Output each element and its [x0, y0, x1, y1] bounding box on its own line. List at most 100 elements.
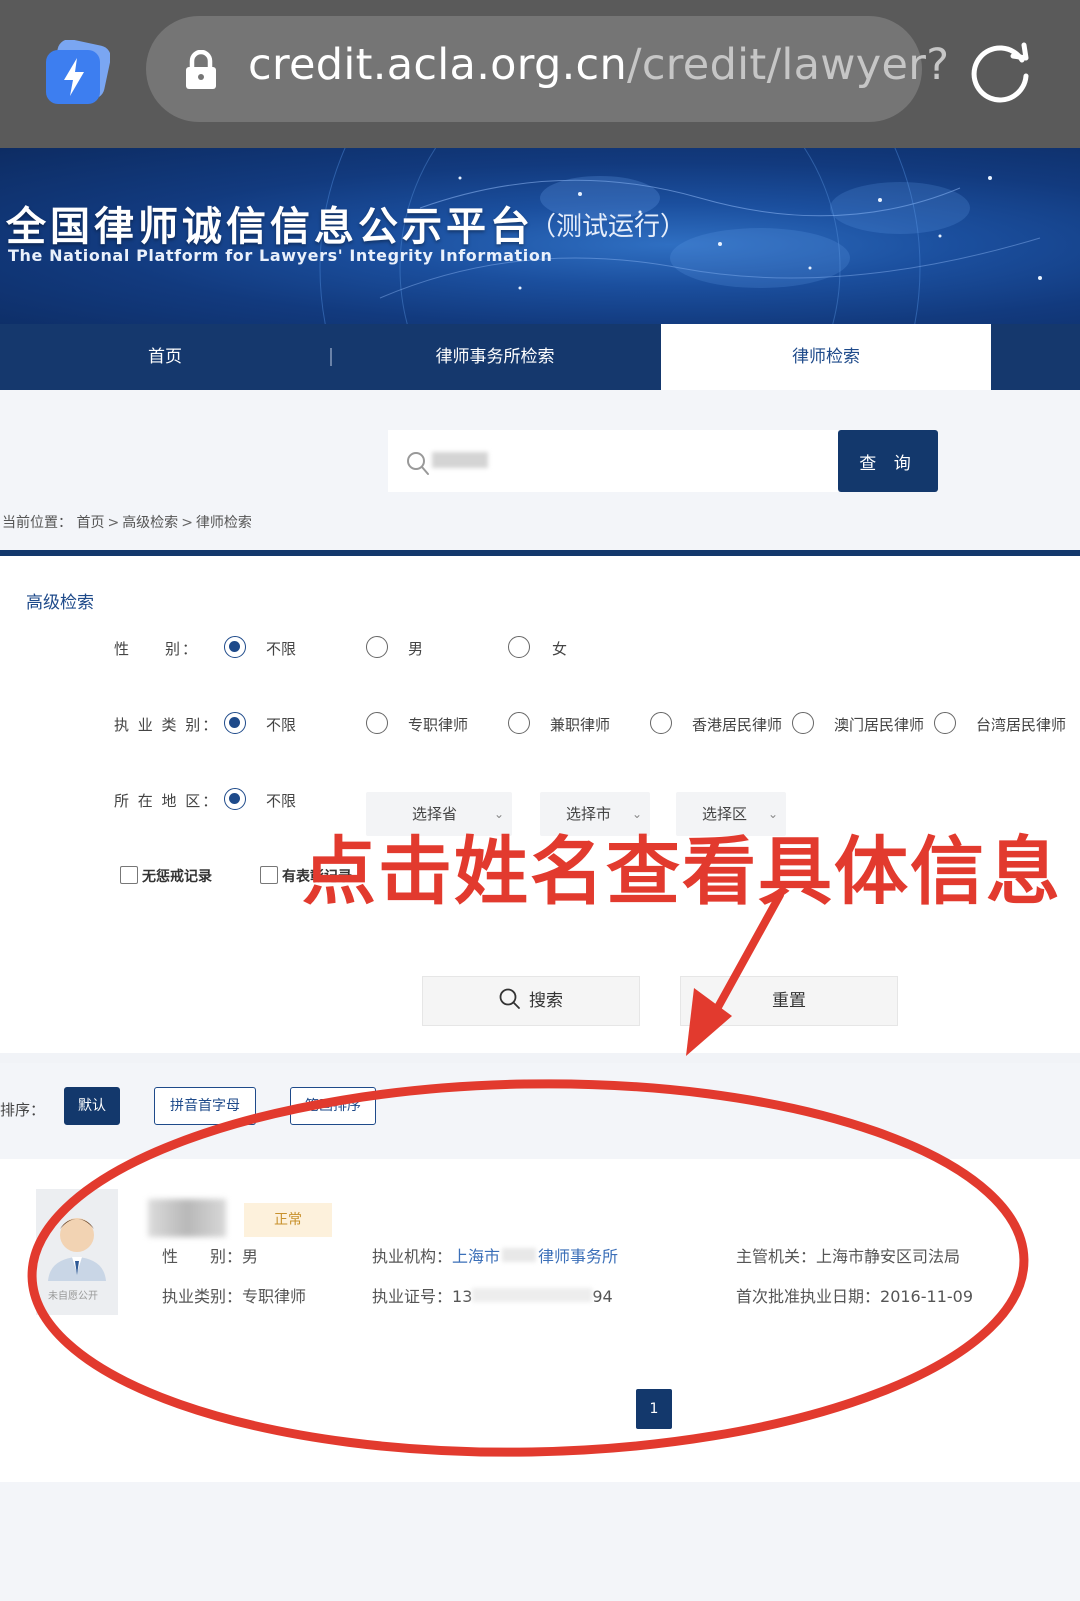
lock-icon [186, 50, 216, 89]
site-subtitle: （测试运行） [530, 212, 687, 242]
breadcrumb: 当前位置： 首页 > 高级检索 > 律师检索 [2, 512, 252, 532]
practice-radio-parttime[interactable] [508, 712, 530, 734]
reset-button[interactable]: 重置 [680, 976, 898, 1026]
sort-pinyin-button[interactable]: 拼音首字母 [154, 1087, 256, 1125]
search-input[interactable] [388, 430, 838, 492]
result-first-approval: 首次批准执业日期：2016-11-09 [736, 1283, 973, 1307]
commendation-label: 有表彰记录 [282, 869, 352, 885]
practice-option-taiwan: 台湾居民律师 [976, 716, 1067, 734]
city-select[interactable]: 选择市 ⌄ [540, 792, 650, 836]
result-authority-value: 上海市静安区司法局 [816, 1247, 961, 1266]
lawyer-name-link[interactable] [148, 1199, 226, 1237]
main-nav: 首页 律师事务所检索 律师检索 [0, 324, 1080, 390]
result-org-link[interactable]: 上海市 律师事务所 [452, 1247, 618, 1266]
practice-radio-hongkong[interactable] [650, 712, 672, 734]
result-authority: 主管机关：上海市静安区司法局 [736, 1243, 960, 1267]
url-text[interactable]: credit.acla.org.cn/credit/lawyer? [248, 40, 949, 90]
breadcrumb-separator: > [107, 515, 120, 531]
result-practice-type-value: 专职律师 [242, 1287, 307, 1306]
practice-radio-taiwan[interactable] [934, 712, 956, 734]
breadcrumb-prefix: 当前位置： [2, 515, 72, 531]
breadcrumb-separator: > [181, 515, 193, 531]
gender-option-female: 女 [552, 640, 568, 658]
no-discipline-label: 无惩戒记录 [142, 869, 212, 885]
breadcrumb-current: 律师检索 [195, 515, 252, 531]
result-gender-label: 性 别： [162, 1247, 243, 1266]
practice-option-parttime: 兼职律师 [550, 716, 611, 734]
status-badge: 正常 [244, 1203, 332, 1237]
search-icon [499, 988, 520, 1009]
chevron-down-icon: ⌄ [631, 807, 642, 821]
url-domain: credit.acla.org.cn [248, 40, 628, 90]
page-footer-space [0, 1482, 1080, 1601]
site-english-title: The National Platform for Lawyers' Integ… [8, 246, 553, 265]
result-license-prefix: 13 [452, 1287, 473, 1306]
region-label: 所 在 地 区： [114, 792, 220, 810]
province-select-value: 选择省 [412, 805, 458, 823]
nav-lawyer-search[interactable]: 律师检索 [661, 324, 991, 390]
query-button[interactable]: 查 询 [838, 430, 938, 492]
nav-home[interactable]: 首页 [0, 324, 330, 390]
lightning-app-icon[interactable] [44, 40, 110, 106]
gender-option-male: 男 [408, 640, 424, 658]
result-org-prefix: 上海市 [452, 1247, 501, 1266]
result-authority-label: 主管机关： [736, 1247, 817, 1266]
result-license-label: 执业证号： [372, 1287, 453, 1306]
url-path: /credit/lawyer? [627, 40, 950, 90]
gender-radio-male[interactable] [366, 636, 388, 658]
reload-icon[interactable] [966, 36, 1036, 106]
chevron-down-icon: ⌄ [767, 807, 778, 821]
breadcrumb-home[interactable]: 首页 [76, 515, 104, 531]
breadcrumb-advanced[interactable]: 高级检索 [122, 515, 178, 531]
result-license: 执业证号：13 94 [372, 1283, 613, 1307]
district-select[interactable]: 选择区 ⌄ [676, 792, 786, 836]
advanced-search-panel: 高级检索 性 别： 不限 男 女 执 业 类 别： 不限 专职律师 兼职律师 香… [0, 550, 1080, 1053]
gender-label: 性 别： [114, 640, 200, 658]
sort-default-button[interactable]: 默认 [64, 1087, 120, 1125]
results-list: 未自愿公开 正常 性 别：男 执业类别：专职律师 执业机构：上海市 律师事务所 执… [0, 1159, 1080, 1482]
district-select-value: 选择区 [702, 805, 748, 823]
search-section: 查 询 当前位置： 首页 > 高级检索 > 律师检索 [0, 390, 1080, 550]
practice-option-macau: 澳门居民律师 [834, 716, 925, 734]
gender-option-any: 不限 [266, 640, 297, 658]
practice-option-hongkong: 香港居民律师 [692, 716, 783, 734]
gender-radio-any[interactable] [224, 636, 246, 658]
practice-radio-macau[interactable] [792, 712, 814, 734]
redacted-text [472, 1288, 593, 1302]
practice-option-fulltime: 专职律师 [408, 716, 469, 734]
chevron-down-icon: ⌄ [493, 807, 504, 821]
nav-firm-search[interactable]: 律师事务所检索 [330, 324, 660, 390]
site-header-banner: 全国律师诚信信息公示平台 （测试运行） The National Platfor… [0, 148, 1080, 324]
avatar[interactable]: 未自愿公开 [36, 1189, 118, 1315]
browser-toolbar: credit.acla.org.cn/credit/lawyer? [0, 0, 1080, 148]
address-bar[interactable]: credit.acla.org.cn/credit/lawyer? [146, 16, 949, 122]
search-button[interactable]: 搜索 [422, 976, 640, 1026]
practice-radio-fulltime[interactable] [366, 712, 388, 734]
avatar-caption: 未自愿公开 [48, 1291, 98, 1302]
province-select[interactable]: 选择省 ⌄ [366, 792, 512, 836]
result-first-approval-value: 2016-11-09 [880, 1287, 973, 1306]
redacted-text [502, 1248, 537, 1262]
search-icon [407, 452, 429, 475]
sort-bar: 排序： 默认 拼音首字母 笔画排序 [0, 1063, 1080, 1159]
advanced-search-title: 高级检索 [26, 593, 94, 613]
result-gender: 性 别：男 [162, 1243, 258, 1267]
result-org: 执业机构：上海市 律师事务所 [372, 1243, 618, 1267]
sort-stroke-button[interactable]: 笔画排序 [290, 1087, 376, 1125]
result-license-suffix: 94 [592, 1287, 613, 1306]
result-practice-type-label: 执业类别： [162, 1287, 243, 1306]
no-discipline-checkbox[interactable] [120, 866, 138, 884]
region-radio-any[interactable] [224, 788, 246, 810]
result-gender-value: 男 [242, 1247, 259, 1266]
commendation-checkbox[interactable] [260, 866, 278, 884]
site-title: 全国律师诚信信息公示平台 [6, 204, 534, 250]
result-org-suffix: 律师事务所 [538, 1247, 619, 1266]
sort-label: 排序： [0, 1101, 46, 1119]
redacted-query [432, 452, 488, 468]
result-first-approval-label: 首次批准执业日期： [736, 1287, 881, 1306]
city-select-value: 选择市 [566, 805, 612, 823]
practice-radio-any[interactable] [224, 712, 246, 734]
pagination-page-1[interactable]: 1 [636, 1389, 672, 1429]
gender-radio-female[interactable] [508, 636, 530, 658]
search-button-label: 搜索 [529, 991, 563, 1011]
